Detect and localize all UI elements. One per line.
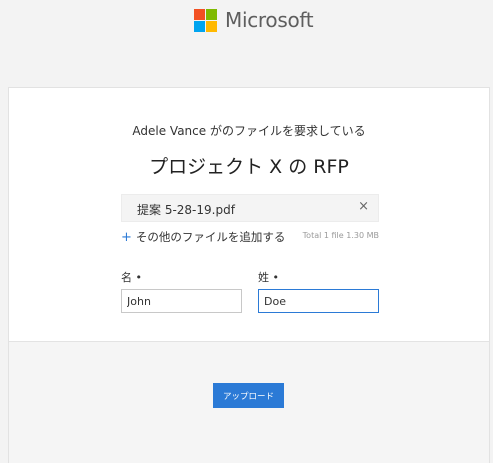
request-card: Adele Vance がのファイルを要求している プロジェクト X の RFP… (8, 87, 490, 342)
brand-name: Microsoft (225, 8, 314, 32)
footer: アップロード (8, 341, 490, 463)
total-size: Total 1 file 1.30 MB (302, 231, 379, 240)
close-icon[interactable]: × (358, 199, 369, 214)
plus-icon: + (121, 230, 132, 245)
project-title: プロジェクト X の RFP (149, 156, 349, 178)
request-description: Adele Vance がのファイルを要求している (132, 124, 366, 138)
header: Microsoft (0, 0, 493, 86)
add-files-label: その他のファイルを追加する (135, 230, 286, 244)
upload-button[interactable]: アップロード (213, 383, 284, 408)
add-files-link[interactable]: + その他のファイルを追加する (121, 229, 285, 245)
file-name: 提案 5-28-19.pdf (137, 203, 235, 217)
last-name-label: 姓 • (258, 271, 279, 284)
last-name-field[interactable] (258, 289, 379, 313)
file-item: 提案 5-28-19.pdf × (121, 194, 379, 222)
microsoft-logo: Microsoft (194, 8, 314, 32)
microsoft-logo-icon (194, 8, 217, 32)
add-files-row: + その他のファイルを追加する Total 1 file 1.30 MB (121, 229, 379, 245)
first-name-label: 名 • (121, 271, 142, 284)
first-name-field[interactable] (121, 289, 242, 313)
